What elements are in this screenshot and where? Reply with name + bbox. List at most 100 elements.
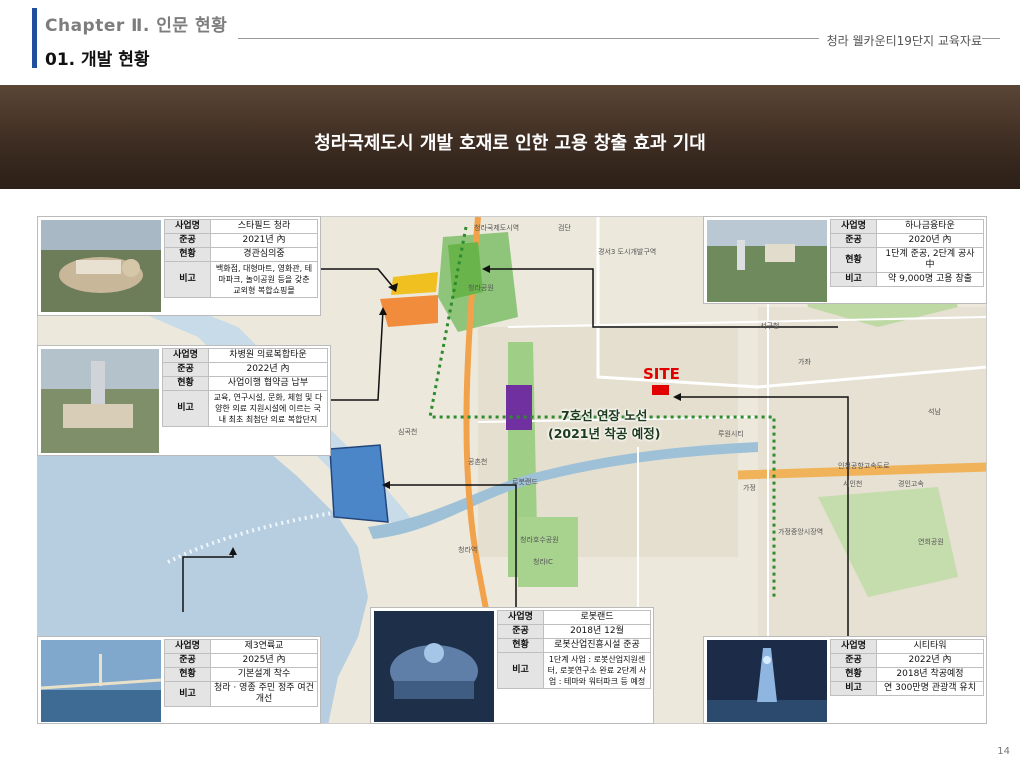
connector-starfield	[321, 268, 394, 288]
starfield-table: 사업명 스타필드 청라 준공 2021년 內 현황 경관심의중 비고 백화점, 대형마트…	[164, 219, 318, 298]
bridge-photo	[41, 640, 161, 722]
table-key: 현황	[164, 247, 211, 262]
site-marker	[652, 385, 669, 395]
table-key: 비고	[164, 261, 211, 298]
map-label: 경인고속	[898, 480, 924, 488]
robotland-table: 사업명 로봇랜드 준공 2018년 12월 현황 로봇산업진흥시설 준공 비고 1단계 …	[497, 610, 651, 689]
slide: Chapter Ⅱ. 인문 현황 01. 개발 현황 청라 웰카운티19단지 교…	[0, 0, 1020, 763]
cha-hospital-site	[380, 295, 438, 327]
table-key: 비고	[162, 390, 209, 427]
table-value: 사업이행 협약금 납부	[208, 376, 328, 391]
starfield-site	[391, 272, 438, 295]
map-label: 석남	[928, 408, 941, 416]
table-key: 현황	[164, 667, 211, 682]
map-label: 경서3 도시개발구역	[598, 248, 657, 256]
table-value: 제3연륙교	[210, 639, 318, 654]
table-key: 준공	[164, 653, 211, 668]
table-value: 1단계 준공, 2단계 공사 中	[876, 247, 984, 273]
project-card-bridge: 사업명 제3연륙교 준공 2025년 內 현황 기본설계 착수 비고 청라 · 영종 주…	[37, 636, 321, 724]
site-label: SITE	[643, 365, 680, 383]
table-key: 사업명	[162, 348, 209, 363]
table-value: 기본설계 착수	[210, 667, 318, 682]
table-value: 약 9,000명 고용 창출	[876, 272, 984, 287]
table-key: 사업명	[830, 639, 877, 654]
table-value: 시티타워	[876, 639, 984, 654]
table-value: 2018년 착공예정	[876, 667, 984, 682]
citytower-table: 사업명 시티타워 준공 2022년 內 현황 2018년 착공예정 비고 연 300만명…	[830, 639, 984, 696]
route-label-line2: (2021년 착공 예정)	[548, 426, 661, 441]
project-card-robotland: 사업명 로봇랜드 준공 2018년 12월 현황 로봇산업진흥시설 준공 비고 1단계 …	[370, 607, 654, 724]
map-label: 로봇랜드	[512, 478, 538, 486]
table-value: 2025년 內	[210, 653, 318, 668]
map-label: 인천공항고속도로	[838, 462, 890, 470]
table-value: 청라 · 영종 주민 정주 여건 개선	[210, 681, 318, 707]
hana-photo	[707, 220, 827, 302]
map-label: 가정중앙시장역	[778, 528, 824, 536]
title-banner: 청라국제도시 개발 호재로 인한 고용 창출 효과 기대	[0, 85, 1020, 189]
map-label: 가정	[743, 484, 756, 492]
page-number: 14	[997, 746, 1010, 757]
park-area	[518, 517, 578, 587]
table-key: 비고	[497, 652, 544, 689]
map-label: 심곡천	[398, 428, 418, 436]
table-value: 백화점, 대형마트, 영화관, 테마파크, 놀이공원 등을 갖춘 교외형 복합쇼…	[210, 261, 318, 298]
table-key: 준공	[497, 624, 544, 639]
table-value: 로봇산업진흥시설 준공	[543, 638, 651, 653]
section-title: 01. 개발 현황	[45, 50, 150, 70]
table-key: 현황	[830, 667, 877, 682]
banner-title: 청라국제도시 개발 호재로 인한 고용 창출 효과 기대	[314, 133, 706, 154]
table-value: 1단계 사업 : 로봇산업지원센터, 로봇연구소 완료 2단계 사업 : 테마와…	[543, 652, 651, 689]
table-value: 연 300만명 관광객 유치	[876, 681, 984, 696]
table-key: 비고	[830, 272, 877, 287]
table-value: 2022년 內	[876, 653, 984, 668]
map-label: 루원시티	[718, 430, 744, 438]
project-card-citytower: 사업명 시티타워 준공 2022년 內 현황 2018년 착공예정 비고 연 300만명…	[703, 636, 987, 724]
table-key: 비고	[164, 681, 211, 707]
map-label: 가좌	[798, 358, 811, 366]
table-value: 2021년 內	[210, 233, 318, 248]
citytower-photo	[707, 640, 827, 722]
map-label: 청라국제도시역	[474, 224, 520, 232]
robotland-photo	[374, 611, 494, 722]
city-tower-site	[329, 444, 389, 523]
table-key: 사업명	[164, 639, 211, 654]
table-key: 사업명	[497, 610, 544, 625]
table-value: 2020년 內	[876, 233, 984, 248]
table-value: 2022년 內	[208, 362, 328, 377]
table-key: 현황	[830, 247, 877, 273]
table-key: 사업명	[830, 219, 877, 234]
project-card-hana: 사업명 하나금융타운 준공 2020년 內 현황 1단계 준공, 2단계 공사 中 비…	[703, 216, 987, 304]
table-key: 준공	[164, 233, 211, 248]
map-label: 공촌천	[468, 458, 488, 466]
cha-photo	[41, 349, 159, 453]
project-card-cha: 사업명 차병원 의료복합타운 준공 2022년 內 현황 사업이행 협약금 납부 비고…	[37, 345, 331, 456]
map-label: 서구청	[760, 322, 780, 330]
table-key: 현황	[162, 376, 209, 391]
chapter-accent-bar	[32, 8, 37, 68]
starfield-photo	[41, 220, 161, 312]
table-key: 준공	[162, 362, 209, 377]
map-label: 서인천	[843, 480, 863, 488]
route-label-line1: 7호선 연장 노선	[561, 408, 648, 423]
table-key: 사업명	[164, 219, 211, 234]
table-value: 차병원 의료복합타운	[208, 348, 328, 363]
bridge-table: 사업명 제3연륙교 준공 2025년 內 현황 기본설계 착수 비고 청라 · 영종 주…	[164, 639, 318, 707]
table-key: 준공	[830, 653, 877, 668]
document-tag: 청라 웰카운티19단지 교육자료	[818, 32, 982, 49]
map-label: 청라공원	[468, 284, 494, 292]
map-label: 청라호수공원	[520, 536, 559, 544]
table-key: 비고	[830, 681, 877, 696]
cha-table: 사업명 차병원 의료복합타운 준공 2022년 內 현황 사업이행 협약금 납부 비고…	[162, 348, 328, 427]
project-card-starfield: 사업명 스타필드 청라 준공 2021년 內 현황 경관심의중 비고 백화점, 대형마트…	[37, 216, 321, 316]
table-key: 현황	[497, 638, 544, 653]
table-value: 2018년 12월	[543, 624, 651, 639]
table-value: 경관심의중	[210, 247, 318, 262]
table-value: 하나금융타운	[876, 219, 984, 234]
map-label: 검단	[558, 224, 571, 232]
table-key: 준공	[830, 233, 877, 248]
table-value: 스타필드 청라	[210, 219, 318, 234]
chapter-title: Chapter Ⅱ. 인문 현황	[45, 16, 228, 36]
map-label: 청라역	[458, 546, 478, 554]
table-value: 교육, 연구시설, 문화, 체험 및 다양한 의료 지원시설에 이르는 국내 최…	[208, 390, 328, 427]
hana-table: 사업명 하나금융타운 준공 2020년 內 현황 1단계 준공, 2단계 공사 中 비…	[830, 219, 984, 287]
